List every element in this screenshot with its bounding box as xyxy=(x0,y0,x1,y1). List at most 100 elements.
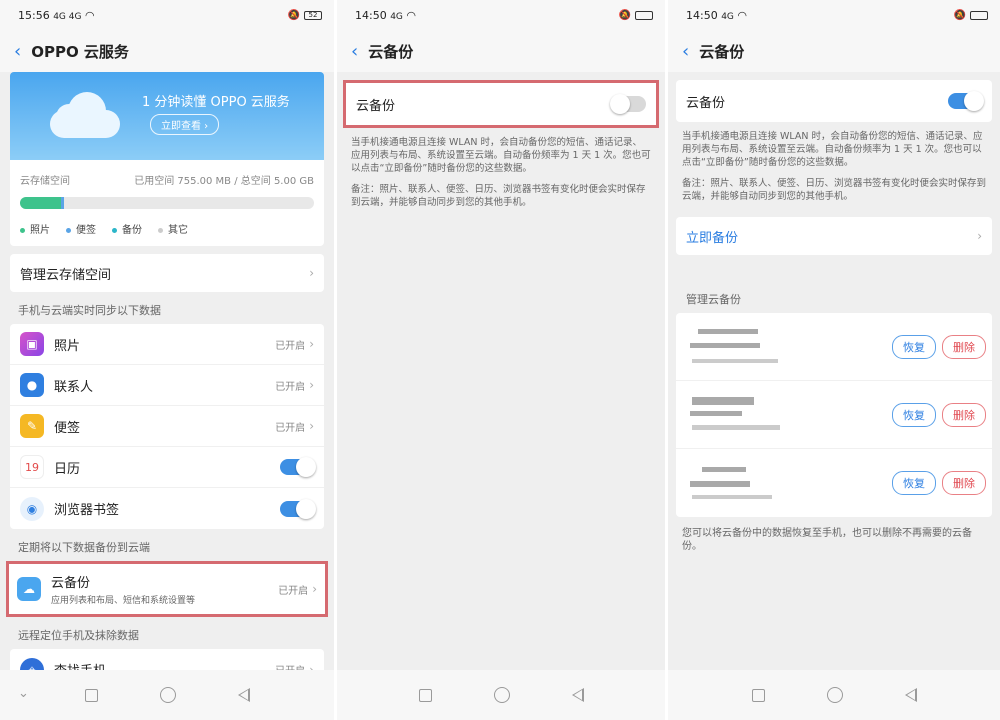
sync-item-label: 日历 xyxy=(54,461,81,477)
recents-button[interactable] xyxy=(84,688,98,702)
signal-icon: 4G 4G xyxy=(53,11,82,22)
status-left: 14:50 4G ◠ xyxy=(686,9,747,22)
recents-button[interactable] xyxy=(751,688,765,702)
restore-button[interactable]: 恢复 xyxy=(892,402,936,427)
sync-item-label: 照片 xyxy=(54,338,81,354)
recents-button[interactable] xyxy=(418,688,432,702)
back-icon[interactable]: ‹ xyxy=(351,41,358,62)
cloud-backup-toggle[interactable] xyxy=(610,94,646,114)
sync-item-label: 浏览器书签 xyxy=(54,503,120,518)
backup-description: 当手机接通电源且连接 WLAN 时，会自动备份您的短信、通话记录、应用列表与布局… xyxy=(682,131,983,168)
cloud-backup-toggle-row: 云备份 xyxy=(346,83,656,125)
cloud-backup-toggle-row: 云备份 xyxy=(676,80,992,122)
battery-icon xyxy=(635,10,653,20)
status-bar: 14:50 4G ◠ 🔕 xyxy=(668,0,1000,30)
cloud-backup-row[interactable]: ☁ 云备份 应用列表和布局、短信和系统设置等 已开启 › xyxy=(9,564,325,614)
legend-item: 备份 xyxy=(112,221,142,236)
cloud-service-screen: 15:56 4G 4G ◠ 🔕 52 ‹ OPPO 云服务 1 分钟读懂 OPP… xyxy=(0,0,334,720)
sync-item-status: 已开启 xyxy=(275,381,306,393)
manage-storage-label: 管理云存储空间 xyxy=(20,267,112,283)
banner-title: 1 分钟读懂 OPPO 云服务 xyxy=(142,95,290,110)
legend-dot-icon xyxy=(158,227,163,233)
manage-backup-label: 管理云备份 xyxy=(686,293,741,306)
browser-sync-toggle[interactable] xyxy=(280,498,316,519)
legend-item: 便签 xyxy=(66,221,96,236)
sync-item-calendar: 19 日历 xyxy=(10,447,324,488)
sync-item-browser: ◉ 浏览器书签 xyxy=(10,488,324,529)
bell-off-icon: 🔕 xyxy=(953,9,966,21)
title-bar: ‹ 云备份 xyxy=(337,30,665,72)
backup-section-label: 定期将以下数据备份到云端 xyxy=(18,541,150,554)
chevron-right-icon: › xyxy=(309,378,314,392)
legend-dot-icon xyxy=(66,227,71,233)
storage-bar xyxy=(20,197,314,209)
nav-bar: ⌄ xyxy=(0,670,334,720)
sync-item-photos[interactable]: ▣ 照片 已开启 › xyxy=(10,324,324,365)
legend-dot-icon xyxy=(20,227,25,233)
restore-button[interactable]: 恢复 xyxy=(892,471,936,495)
sync-list: ▣ 照片 已开启 › ● 联系人 已开启 › ✎ 便签 已开启 › 19 日历 ◉ xyxy=(10,324,324,529)
status-right: 🔕 52 xyxy=(288,10,322,21)
back-button[interactable] xyxy=(904,688,917,702)
delete-button[interactable]: 删除 xyxy=(942,334,986,359)
status-bar: 15:56 4G 4G ◠ 🔕 52 xyxy=(0,0,334,30)
calendar-icon: 19 xyxy=(20,455,44,479)
sync-section-label: 手机与云端实时同步以下数据 xyxy=(18,304,161,317)
redacted-record-info xyxy=(688,457,886,509)
delete-button[interactable]: 删除 xyxy=(942,471,986,495)
cloud-backup-screen-on: 14:50 4G ◠ 🔕 ‹ 云备份 云备份 当手机接通电源且连接 WLAN 时… xyxy=(668,0,1000,720)
wifi-icon: ◠ xyxy=(84,8,95,22)
nav-bar xyxy=(668,670,1000,720)
delete-button[interactable]: 删除 xyxy=(942,402,986,427)
status-time: 14:50 xyxy=(355,8,387,22)
nav-bar xyxy=(337,670,665,720)
wifi-icon: ◠ xyxy=(737,8,748,22)
status-right: 🔕 xyxy=(619,10,653,21)
calendar-sync-toggle[interactable] xyxy=(280,457,316,477)
chevron-right-icon: › xyxy=(309,266,314,280)
legend-label: 照片 xyxy=(30,225,50,236)
cloud-backup-sub: 应用列表和布局、短信和系统设置等 xyxy=(51,596,196,606)
legend-dot-icon xyxy=(112,227,117,233)
back-icon[interactable]: ‹ xyxy=(14,41,21,62)
title-bar: ‹ OPPO 云服务 xyxy=(0,30,334,72)
backup-now-label: 立即备份 xyxy=(686,230,739,246)
cloud-backup-label: 云备份 xyxy=(51,576,91,591)
bell-off-icon: 🔕 xyxy=(287,9,300,21)
promo-banner[interactable]: 1 分钟读懂 OPPO 云服务 立即查看 › xyxy=(10,72,324,160)
chevron-right-icon: › xyxy=(977,229,982,243)
sync-item-contacts[interactable]: ● 联系人 已开启 › xyxy=(10,365,324,406)
manage-storage-row[interactable]: 管理云存储空间 › xyxy=(10,254,324,292)
chevron-down-icon[interactable]: ⌄ xyxy=(18,686,29,701)
cloud-backup-toggle-label: 云备份 xyxy=(686,95,726,111)
backup-description: 当手机接通电源且连接 WLAN 时，会自动备份您的短信、通话记录、应用列表与布局… xyxy=(351,137,651,174)
chevron-right-icon: › xyxy=(309,337,314,351)
cloud-backup-icon: ☁ xyxy=(17,577,41,601)
chevron-right-icon: › xyxy=(312,582,317,596)
back-icon[interactable]: ‹ xyxy=(682,41,689,62)
highlight-frame: ☁ 云备份 应用列表和布局、短信和系统设置等 已开启 › xyxy=(6,561,328,617)
home-button[interactable] xyxy=(159,687,176,703)
sync-item-notes[interactable]: ✎ 便签 已开启 › xyxy=(10,406,324,447)
cloud-backup-status: 已开启 xyxy=(278,585,309,597)
status-time: 15:56 xyxy=(18,8,50,22)
restore-button[interactable]: 恢复 xyxy=(892,334,936,359)
back-button[interactable] xyxy=(237,688,250,702)
backup-note: 备注：照片、联系人、便签、日历、浏览器书签有变化时便会实时保存到云端，并能够自动… xyxy=(351,184,646,208)
title-bar: ‹ 云备份 xyxy=(668,30,1000,72)
view-now-button[interactable]: 立即查看 › xyxy=(150,114,220,135)
battery-icon xyxy=(970,10,988,20)
storage-bar-notes xyxy=(61,197,65,209)
status-bar: 14:50 4G ◠ 🔕 xyxy=(337,0,665,30)
back-button[interactable] xyxy=(571,688,584,702)
cloud-backup-toggle[interactable] xyxy=(948,91,984,111)
home-button[interactable] xyxy=(493,687,510,703)
legend-label: 备份 xyxy=(122,225,142,236)
legend-item: 其它 xyxy=(158,221,188,236)
legend-label: 便签 xyxy=(76,225,96,236)
backup-now-row[interactable]: 立即备份 › xyxy=(676,217,992,255)
home-button[interactable] xyxy=(826,687,843,703)
screens: 15:56 4G 4G ◠ 🔕 52 ‹ OPPO 云服务 1 分钟读懂 OPP… xyxy=(0,0,1000,720)
photos-icon: ▣ xyxy=(20,332,44,356)
bell-off-icon: 🔕 xyxy=(618,9,631,21)
